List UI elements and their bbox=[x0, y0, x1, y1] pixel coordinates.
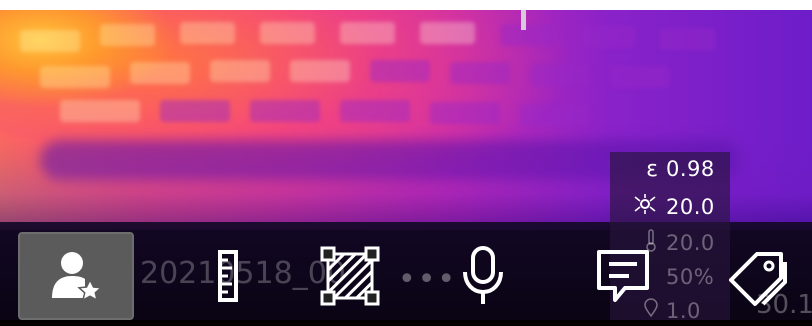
key-highlight bbox=[450, 62, 510, 84]
key-highlight bbox=[100, 24, 155, 46]
tag-button[interactable] bbox=[700, 232, 812, 320]
profile-favorite-button[interactable] bbox=[18, 232, 134, 320]
reflected-temperature-value: 20.0 bbox=[666, 195, 715, 219]
microphone-icon bbox=[461, 244, 505, 308]
measure-button[interactable] bbox=[170, 232, 286, 320]
hatched-box-icon bbox=[318, 244, 382, 308]
crosshair-marker bbox=[521, 10, 526, 30]
key-highlight bbox=[60, 100, 140, 122]
area-button[interactable] bbox=[292, 232, 408, 320]
comment-icon bbox=[591, 244, 655, 308]
key-highlight bbox=[610, 66, 670, 88]
key-highlight bbox=[340, 22, 395, 44]
key-highlight bbox=[160, 100, 230, 122]
text-note-button[interactable] bbox=[565, 232, 681, 320]
key-highlight bbox=[420, 22, 475, 44]
key-highlight bbox=[260, 22, 315, 44]
key-highlight bbox=[40, 66, 110, 88]
tag-icon bbox=[723, 244, 793, 308]
key-highlight bbox=[180, 22, 235, 44]
key-highlight bbox=[660, 28, 715, 50]
key-highlight bbox=[340, 100, 410, 122]
emissivity-value: 0.98 bbox=[666, 157, 715, 181]
voice-note-button[interactable] bbox=[425, 232, 541, 320]
key-highlight bbox=[250, 100, 320, 122]
key-highlight bbox=[210, 60, 270, 82]
param-emissivity: ε 0.98 bbox=[610, 154, 730, 184]
top-border bbox=[0, 0, 812, 10]
key-highlight bbox=[290, 60, 350, 82]
key-highlight bbox=[520, 104, 590, 126]
key-highlight bbox=[370, 60, 430, 82]
key-highlight bbox=[580, 26, 635, 48]
key-highlight bbox=[20, 30, 80, 52]
emissivity-icon: ε bbox=[646, 156, 658, 182]
user-star-icon bbox=[46, 246, 106, 306]
param-reflected-temperature: 20.0 bbox=[610, 192, 730, 222]
key-highlight bbox=[430, 102, 500, 124]
ruler-icon bbox=[208, 246, 248, 306]
key-highlight bbox=[500, 24, 555, 46]
key-highlight bbox=[530, 64, 590, 86]
key-highlight bbox=[130, 62, 190, 84]
reflected-temperature-icon bbox=[610, 193, 666, 221]
